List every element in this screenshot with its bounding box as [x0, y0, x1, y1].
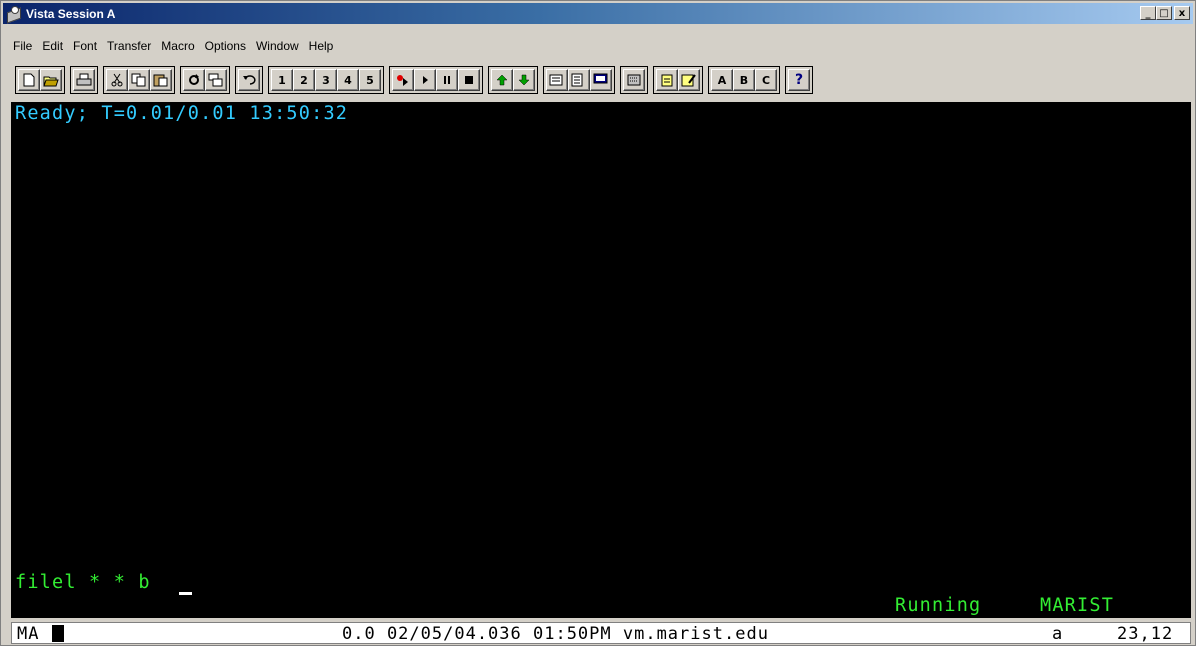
- input-mode: a: [1052, 624, 1064, 644]
- cut-icon[interactable]: [106, 69, 128, 91]
- play-icon[interactable]: [414, 69, 436, 91]
- toolbar-group-notes: [653, 66, 703, 94]
- refresh-icon[interactable]: [183, 69, 205, 91]
- paste-special-icon[interactable]: [205, 69, 227, 91]
- clipboard-icon[interactable]: [656, 69, 678, 91]
- session-indicator: MA: [17, 624, 40, 644]
- app-icon[interactable]: [6, 5, 22, 24]
- text-cursor: [179, 592, 192, 595]
- open-icon[interactable]: [40, 69, 62, 91]
- print-icon[interactable]: [73, 69, 95, 91]
- macro-2-button[interactable]: 2: [293, 69, 315, 91]
- undo-icon[interactable]: [238, 69, 260, 91]
- toolbar-group-print: [70, 66, 98, 94]
- screen-icon[interactable]: [590, 69, 612, 91]
- macro-4-button[interactable]: 4: [337, 69, 359, 91]
- copy-icon[interactable]: [128, 69, 150, 91]
- toolbar: 1 2 3 4 5 A B C ?: [3, 65, 1193, 95]
- toolbar-group-help: ?: [785, 66, 813, 94]
- menu-edit[interactable]: Edit: [37, 39, 68, 53]
- help-button[interactable]: ?: [788, 69, 810, 91]
- toolbar-group-file: [15, 66, 65, 94]
- notepad-icon[interactable]: [678, 69, 700, 91]
- stop-icon[interactable]: [458, 69, 480, 91]
- properties-icon[interactable]: [546, 69, 568, 91]
- cursor-position: 23,12: [1117, 624, 1174, 644]
- pause-icon[interactable]: [436, 69, 458, 91]
- toolbar-group-macros: 1 2 3 4 5: [268, 66, 384, 94]
- menu-font[interactable]: Font: [68, 39, 102, 53]
- macro-1-button[interactable]: 1: [271, 69, 293, 91]
- key-b-button[interactable]: B: [733, 69, 755, 91]
- up-arrow-icon[interactable]: [491, 69, 513, 91]
- toolbar-group-clipboard: [103, 66, 175, 94]
- menu-window[interactable]: Window: [251, 39, 304, 53]
- menu-macro[interactable]: Macro: [156, 39, 199, 53]
- macro-5-button[interactable]: 5: [359, 69, 381, 91]
- status-host: MARIST: [1040, 595, 1115, 616]
- session-window: Vista Session A _ □ x File Edit Font Tra…: [0, 0, 1196, 646]
- close-button[interactable]: x: [1174, 6, 1190, 20]
- title-bar[interactable]: Vista Session A _ □ x: [3, 3, 1193, 24]
- toolbar-group-scroll: [488, 66, 538, 94]
- menu-file[interactable]: File: [3, 39, 37, 53]
- toolbar-group-edit: [180, 66, 230, 94]
- status-running: Running: [895, 595, 982, 616]
- notes-icon[interactable]: [568, 69, 590, 91]
- key-c-button[interactable]: C: [755, 69, 777, 91]
- command-input[interactable]: filel * * b: [15, 572, 151, 593]
- toolbar-group-playback: [389, 66, 483, 94]
- toolbar-group-undo: [235, 66, 263, 94]
- input-inhibit-indicator: [52, 625, 64, 642]
- toolbar-group-keyboard: [620, 66, 648, 94]
- status-bar: MA 0.0 02/05/04.036 01:50PM vm.marist.ed…: [11, 622, 1191, 644]
- record-icon[interactable]: [392, 69, 414, 91]
- session-info: 0.0 02/05/04.036 01:50PM vm.marist.edu: [342, 624, 769, 644]
- toolbar-group-abc: A B C: [708, 66, 780, 94]
- window-title: Vista Session A: [26, 6, 116, 21]
- down-arrow-icon[interactable]: [513, 69, 535, 91]
- ready-line: Ready; T=0.01/0.01 13:50:32: [15, 103, 349, 124]
- paste-icon[interactable]: [150, 69, 172, 91]
- menu-transfer[interactable]: Transfer: [102, 39, 156, 53]
- new-icon[interactable]: [18, 69, 40, 91]
- keyboard-icon[interactable]: [623, 69, 645, 91]
- menu-bar: File Edit Font Transfer Macro Options Wi…: [3, 36, 338, 56]
- toolbar-group-view: [543, 66, 615, 94]
- window-controls: _ □ x: [1140, 6, 1190, 20]
- menu-help[interactable]: Help: [304, 39, 339, 53]
- key-a-button[interactable]: A: [711, 69, 733, 91]
- macro-3-button[interactable]: 3: [315, 69, 337, 91]
- minimize-button[interactable]: _: [1140, 6, 1156, 20]
- terminal-screen[interactable]: Ready; T=0.01/0.01 13:50:32 filel * * b …: [11, 102, 1191, 618]
- menu-options[interactable]: Options: [200, 39, 251, 53]
- maximize-button[interactable]: □: [1156, 6, 1172, 20]
